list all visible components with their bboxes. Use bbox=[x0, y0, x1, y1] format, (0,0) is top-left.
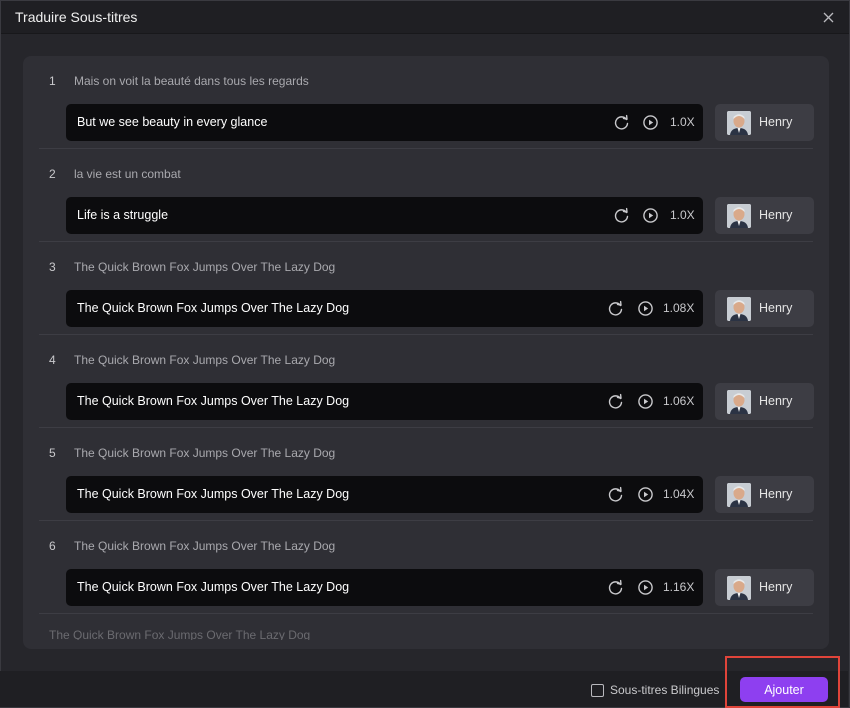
source-text: The Quick Brown Fox Jumps Over The Lazy … bbox=[74, 260, 336, 274]
refresh-icon[interactable] bbox=[613, 207, 630, 224]
translation-field[interactable]: The Quick Brown Fox Jumps Over The Lazy … bbox=[66, 383, 703, 420]
subtitle-row: 6 The Quick Brown Fox Jumps Over The Laz… bbox=[39, 521, 814, 614]
speaker-selector[interactable]: Henry bbox=[715, 383, 814, 420]
play-icon[interactable] bbox=[637, 579, 654, 596]
speed-label: 1.06X bbox=[663, 394, 695, 408]
partial-row-text: The Quick Brown Fox Jumps Over The Lazy … bbox=[49, 628, 311, 640]
play-icon[interactable] bbox=[637, 393, 654, 410]
subtitle-row: 5 The Quick Brown Fox Jumps Over The Laz… bbox=[39, 428, 814, 521]
translation-text[interactable]: The Quick Brown Fox Jumps Over The Lazy … bbox=[77, 580, 349, 594]
refresh-icon[interactable] bbox=[613, 114, 630, 131]
translate-subtitles-dialog: Traduire Sous-titres 1 Mais on voit la b… bbox=[0, 0, 850, 708]
bilingual-subtitles-option[interactable]: Sous-titres Bilingues bbox=[591, 683, 719, 697]
speaker-selector[interactable]: Henry bbox=[715, 290, 814, 327]
source-text: The Quick Brown Fox Jumps Over The Lazy … bbox=[74, 446, 336, 460]
speaker-name: Henry bbox=[759, 394, 793, 408]
speed-label: 1.04X bbox=[663, 487, 695, 501]
partial-row: The Quick Brown Fox Jumps Over The Lazy … bbox=[49, 626, 349, 640]
subtitle-row: 2 la vie est un combat Life is a struggl… bbox=[39, 149, 814, 242]
translation-text[interactable]: But we see beauty in every glance bbox=[77, 115, 267, 129]
speed-label: 1.16X bbox=[663, 580, 695, 594]
bilingual-checkbox[interactable] bbox=[591, 683, 604, 697]
refresh-icon[interactable] bbox=[607, 486, 624, 503]
avatar bbox=[727, 204, 751, 228]
translation-text[interactable]: The Quick Brown Fox Jumps Over The Lazy … bbox=[77, 487, 349, 501]
speaker-selector[interactable]: Henry bbox=[715, 104, 814, 141]
subtitle-row: 1 Mais on voit la beauté dans tous les r… bbox=[39, 56, 814, 149]
source-text: The Quick Brown Fox Jumps Over The Lazy … bbox=[74, 539, 336, 553]
bilingual-label: Sous-titres Bilingues bbox=[610, 683, 720, 697]
avatar bbox=[727, 483, 751, 507]
speaker-name: Henry bbox=[759, 208, 793, 222]
play-icon[interactable] bbox=[642, 114, 659, 131]
translation-field[interactable]: The Quick Brown Fox Jumps Over The Lazy … bbox=[66, 569, 703, 606]
source-text: The Quick Brown Fox Jumps Over The Lazy … bbox=[74, 353, 336, 367]
avatar bbox=[727, 576, 751, 600]
speaker-name: Henry bbox=[759, 301, 793, 315]
translation-field[interactable]: But we see beauty in every glance 1.0X bbox=[66, 104, 703, 141]
subtitle-row: 4 The Quick Brown Fox Jumps Over The Laz… bbox=[39, 335, 814, 428]
refresh-icon[interactable] bbox=[607, 300, 624, 317]
dialog-title: Traduire Sous-titres bbox=[15, 9, 138, 25]
row-number: 5 bbox=[49, 446, 56, 460]
speaker-name: Henry bbox=[759, 580, 793, 594]
translation-text[interactable]: Life is a struggle bbox=[77, 208, 168, 222]
dialog-titlebar: Traduire Sous-titres bbox=[1, 1, 849, 34]
translation-text[interactable]: The Quick Brown Fox Jumps Over The Lazy … bbox=[77, 301, 349, 315]
row-number: 2 bbox=[49, 167, 56, 181]
source-text: Mais on voit la beauté dans tous les reg… bbox=[74, 74, 309, 88]
speaker-selector[interactable]: Henry bbox=[715, 197, 814, 234]
source-text: la vie est un combat bbox=[74, 167, 181, 181]
play-icon[interactable] bbox=[637, 486, 654, 503]
play-icon[interactable] bbox=[637, 300, 654, 317]
row-number: 3 bbox=[49, 260, 56, 274]
speaker-name: Henry bbox=[759, 115, 793, 129]
refresh-icon[interactable] bbox=[607, 393, 624, 410]
row-number: 4 bbox=[49, 353, 56, 367]
translation-text[interactable]: The Quick Brown Fox Jumps Over The Lazy … bbox=[77, 394, 349, 408]
row-number: 1 bbox=[49, 74, 56, 88]
speaker-name: Henry bbox=[759, 487, 793, 501]
row-number: 6 bbox=[49, 539, 56, 553]
add-button[interactable]: Ajouter bbox=[740, 677, 828, 702]
refresh-icon[interactable] bbox=[607, 579, 624, 596]
speed-label: 1.08X bbox=[663, 301, 695, 315]
avatar bbox=[727, 111, 751, 135]
close-icon bbox=[823, 12, 833, 22]
speaker-selector[interactable]: Henry bbox=[715, 569, 814, 606]
close-button[interactable] bbox=[819, 8, 837, 26]
speed-label: 1.0X bbox=[670, 208, 695, 222]
avatar bbox=[727, 390, 751, 414]
speaker-selector[interactable]: Henry bbox=[715, 476, 814, 513]
avatar bbox=[727, 297, 751, 321]
translation-field[interactable]: The Quick Brown Fox Jumps Over The Lazy … bbox=[66, 476, 703, 513]
translation-field[interactable]: The Quick Brown Fox Jumps Over The Lazy … bbox=[66, 290, 703, 327]
subtitle-list[interactable]: 1 Mais on voit la beauté dans tous les r… bbox=[23, 56, 829, 649]
play-icon[interactable] bbox=[642, 207, 659, 224]
translation-field[interactable]: Life is a struggle 1.0X bbox=[66, 197, 703, 234]
speed-label: 1.0X bbox=[670, 115, 695, 129]
subtitle-row: 3 The Quick Brown Fox Jumps Over The Laz… bbox=[39, 242, 814, 335]
dialog-footer: Sous-titres Bilingues bbox=[0, 671, 848, 707]
